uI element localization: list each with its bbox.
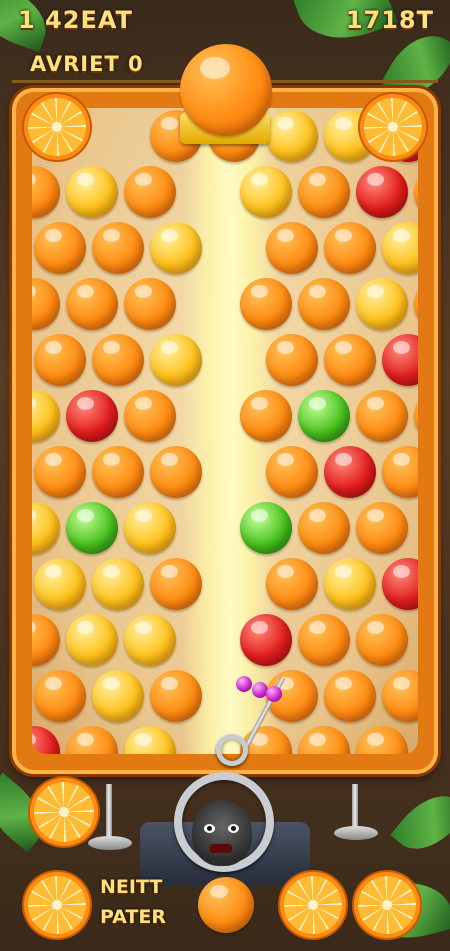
bubble-yellow [32,390,60,442]
bubble-yellow [92,670,144,722]
bubble-yellow [150,222,202,274]
level-label: AVRIET 0 [30,52,144,76]
aim-bead [266,686,282,702]
bubble-green [66,502,118,554]
bubble-orange [356,614,408,666]
bubble-yellow [124,614,176,666]
bubble-red [382,334,418,386]
bubble-green [298,390,350,442]
orange-slice-icon [28,98,86,156]
bubble-orange [124,390,176,442]
game-board[interactable] [12,88,438,774]
bubble-red [324,446,376,498]
bubble-orange [32,614,60,666]
bubble-orange [414,390,418,442]
bubble-red [32,726,60,754]
bubble-yellow [92,558,144,610]
bubble-orange [266,446,318,498]
bubble-yellow [150,334,202,386]
mouth-icon [210,844,232,853]
bubble-orange [356,390,408,442]
bubble-yellow [66,166,118,218]
aim-bead [236,676,252,692]
bubble-orange [240,390,292,442]
bubble-orange [92,446,144,498]
bubble-yellow [240,166,292,218]
bubble-orange [34,222,86,274]
bubble-yellow [34,558,86,610]
bubble-yellow [266,110,318,162]
bubble-yellow [324,558,376,610]
bubble-orange [266,334,318,386]
bubble-orange [356,726,408,754]
monkey-face [192,800,252,866]
current-ball[interactable] [198,877,254,933]
shooter-ring [216,734,248,766]
bubble-orange [356,502,408,554]
bubble-yellow [124,726,176,754]
bubble-orange [324,334,376,386]
bubble-yellow [382,222,418,274]
stand-base [334,826,378,840]
eye-icon [204,824,215,833]
bubble-orange [324,222,376,274]
bubble-orange [382,446,418,498]
bubble-orange [298,614,350,666]
bubble-yellow [356,278,408,330]
orange-slice-button[interactable] [284,876,342,934]
leaf-decoration [390,781,450,864]
bubble-orange [32,166,60,218]
board-field[interactable] [32,108,418,754]
orange-slice-icon [34,782,94,842]
orange-slice-button[interactable] [358,876,416,934]
bubble-yellow [66,614,118,666]
bubble-orange [298,166,350,218]
bubble-orange [266,558,318,610]
orange-slice-icon [364,98,422,156]
bubble-orange [34,670,86,722]
bubble-orange [92,334,144,386]
bubble-orange [92,222,144,274]
swap-label-line2[interactable]: PATER [100,906,166,928]
bubble-orange [382,670,418,722]
score-label-right: 1718T [345,6,434,34]
bubble-orange [34,446,86,498]
bubble-orange [266,222,318,274]
orange-slice-button[interactable] [28,876,86,934]
next-drop-ball [180,44,272,136]
bubble-orange [414,278,418,330]
bubble-orange [150,446,202,498]
eye-icon [228,824,239,833]
bubble-orange [414,166,418,218]
stand-pole [106,784,112,840]
bubble-orange [240,278,292,330]
bubble-red [356,166,408,218]
bubble-orange [324,670,376,722]
bubble-orange [34,334,86,386]
bubble-orange [298,502,350,554]
bubble-red [382,558,418,610]
bubble-yellow [32,502,60,554]
bubble-green [240,502,292,554]
bubble-orange [32,278,60,330]
swap-label-line1[interactable]: NEITT [100,876,162,898]
bubble-orange [298,278,350,330]
bubble-orange [298,726,350,754]
bubble-orange [124,166,176,218]
stand-base [88,836,132,850]
bubble-orange [66,726,118,754]
score-label-left: 1 42EAT [18,6,133,34]
bubble-red [240,614,292,666]
bubble-orange [150,670,202,722]
bubble-orange [150,558,202,610]
bubble-red [66,390,118,442]
bubble-orange [66,278,118,330]
bubble-orange [124,278,176,330]
bubble-yellow [124,502,176,554]
